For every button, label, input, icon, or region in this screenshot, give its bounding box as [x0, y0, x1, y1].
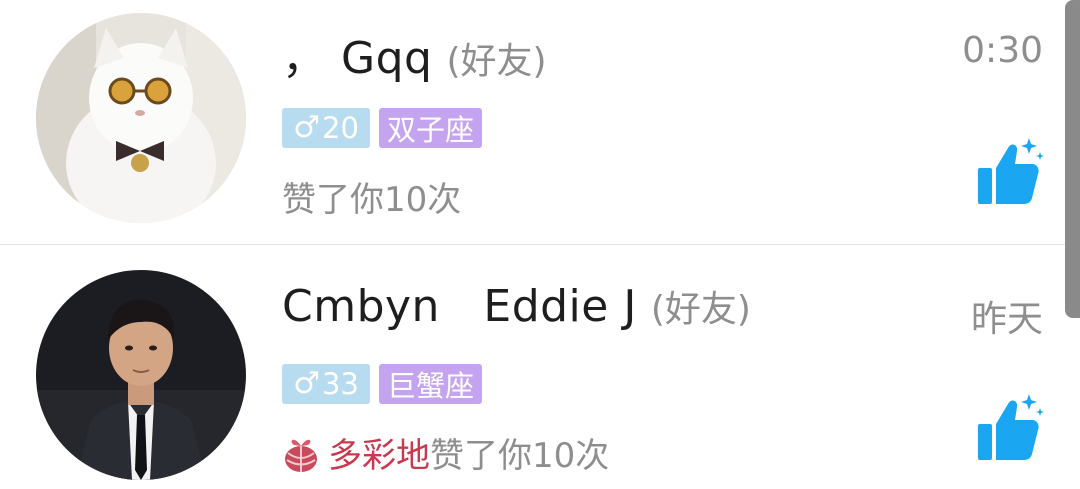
age-value: 33 [322, 367, 359, 401]
profile-tags: ♂ 33 巨蟹座 [282, 364, 483, 404]
timestamp: 0:30 [962, 30, 1043, 71]
conversation-row[interactable]: Cmbyn Eddie J (好友) 昨天 ♂ 33 巨蟹座 多彩地 赞了你10… [0, 245, 1065, 489]
zodiac-tag: 双子座 [379, 108, 483, 148]
avatar[interactable] [36, 270, 246, 480]
avatar[interactable] [36, 13, 246, 223]
name-line: Cmbyn Eddie J (好友) [282, 280, 751, 332]
contact-name[interactable]: ， Gqq [282, 22, 432, 86]
gender-age-tag: ♂ 20 [282, 108, 370, 148]
age-value: 20 [322, 111, 359, 145]
scrollbar[interactable] [1065, 0, 1080, 481]
friend-label: (好友) [650, 289, 751, 330]
thumbs-up-sparkle-icon[interactable] [974, 390, 1046, 464]
profile-tags: ♂ 20 双子座 [282, 108, 483, 148]
friend-label: (好友) [446, 41, 547, 82]
contact-name[interactable]: Cmbyn Eddie J [282, 281, 637, 332]
like-message: 多彩地 赞了你10次 [282, 428, 609, 477]
action-text: 赞了你10次 [282, 180, 462, 220]
like-message: 赞了你10次 [282, 172, 461, 221]
name-line: ， Gqq (好友) [282, 22, 547, 86]
conversation-row[interactable]: ， Gqq (好友) 0:30 ♂ 20 双子座 赞了你10次 [0, 0, 1065, 244]
male-icon: ♂ [293, 110, 320, 145]
gift-box-icon [285, 439, 317, 472]
timestamp: 昨天 [970, 299, 1043, 340]
thumbs-up-sparkle-icon[interactable] [974, 134, 1046, 208]
gender-age-tag: ♂ 33 [282, 364, 370, 404]
gift-name: 多彩地 [328, 436, 430, 476]
scrollbar-thumb[interactable] [1065, 0, 1080, 318]
male-icon: ♂ [293, 366, 320, 401]
zodiac-tag: 巨蟹座 [379, 364, 483, 404]
action-text: 赞了你10次 [430, 436, 610, 476]
